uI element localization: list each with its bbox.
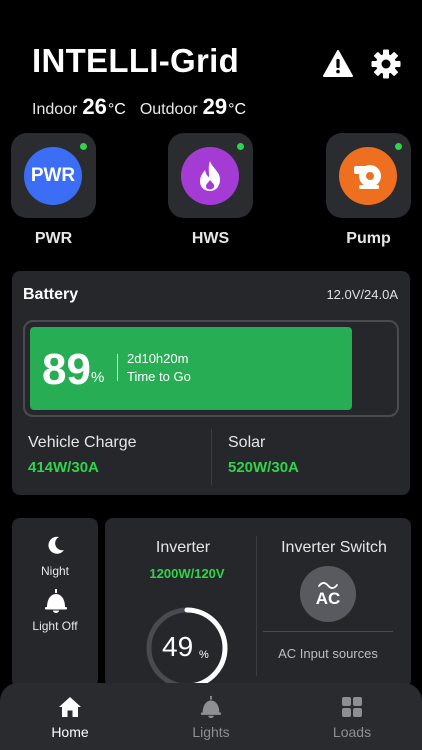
gauge-unit: %: [199, 649, 209, 661]
status-dot: [237, 143, 244, 150]
battery-card[interactable]: Battery 12.0V/24.0A 89 % 2d10h20m Time t…: [12, 271, 410, 495]
hws-tile[interactable]: [168, 133, 253, 218]
outdoor-temp-unit: °C: [228, 101, 247, 118]
battery-divider: [117, 354, 118, 381]
pump-tile[interactable]: [326, 133, 411, 218]
indoor-label: Indoor: [32, 101, 78, 118]
time-to-go-label: Time to Go: [127, 369, 191, 384]
battery-title: Battery: [23, 286, 79, 303]
light-off-label: Light Off: [32, 619, 78, 633]
temperature-readout: Indoor 26 °C Outdoor 29 °C: [32, 94, 260, 120]
stats-divider: [211, 429, 212, 485]
moon-icon[interactable]: [46, 535, 66, 555]
ac-label: AC: [315, 589, 341, 608]
battery-level-fill: 89 % 2d10h20m Time to Go: [30, 327, 352, 410]
pwr-tile-label: PWR: [34, 230, 73, 247]
hws-tile-label: HWS: [191, 230, 230, 247]
warning-icon[interactable]: [322, 48, 354, 80]
inverter-divider: [256, 536, 257, 676]
battery-level-bar: 89 % 2d10h20m Time to Go: [23, 320, 399, 417]
tab-home-label: Home: [51, 724, 89, 740]
pump-icon: [354, 165, 381, 189]
tab-loads-label: Loads: [332, 724, 372, 740]
inverter-value: 1200W/120V: [149, 566, 225, 581]
time-to-go-value: 2d10h20m: [127, 351, 189, 366]
hws-icon-circle: [181, 147, 239, 205]
pwr-icon-circle: PWR: [24, 147, 82, 205]
tab-loads[interactable]: Loads: [282, 683, 422, 750]
mode-side-panel: Night Light Off: [12, 518, 98, 688]
switch-separator: [263, 631, 393, 632]
vehicle-charge-label: Vehicle Charge: [28, 434, 137, 451]
pump-icon-circle: [339, 147, 397, 205]
lamp-icon: [200, 695, 222, 719]
solar-label: Solar: [228, 434, 266, 451]
indoor-temp-value: 26: [82, 94, 107, 119]
battery-percent-sign: %: [91, 369, 105, 386]
pwr-tile[interactable]: PWR: [11, 133, 96, 218]
inverter-title: Inverter: [155, 539, 211, 556]
outdoor-label: Outdoor: [139, 101, 198, 118]
tab-lights-label: Lights: [192, 724, 230, 740]
bottom-tab-bar: Home Lights Loads: [0, 683, 422, 750]
lamp-icon[interactable]: [43, 589, 69, 613]
solar-value: 520W/30A: [228, 459, 299, 476]
gear-icon[interactable]: [370, 48, 402, 80]
flame-icon: [200, 161, 221, 191]
app-title: INTELLI-Grid: [32, 42, 240, 79]
gauge-value: 49: [162, 631, 194, 662]
home-icon: [59, 697, 81, 717]
inverter-card: Inverter 1200W/120V 49 % Inverter Switch…: [105, 518, 411, 689]
inverter-switch-button[interactable]: AC: [300, 566, 356, 622]
tab-lights[interactable]: Lights: [141, 683, 281, 750]
tab-home[interactable]: Home: [0, 683, 140, 750]
inverter-switch-title: Inverter Switch: [281, 539, 387, 556]
status-dot: [395, 143, 402, 150]
outdoor-temp-value: 29: [202, 94, 228, 119]
vehicle-charge-value: 414W/30A: [28, 459, 99, 476]
ac-input-sources-label[interactable]: AC Input sources: [263, 646, 393, 661]
indoor-temp-unit: °C: [107, 101, 126, 118]
grid-icon: [342, 697, 362, 717]
pwr-text-icon: PWR: [30, 165, 76, 186]
status-dot: [80, 143, 87, 150]
battery-percent-value: 89: [42, 345, 91, 394]
pump-tile-label: Pump: [346, 230, 391, 247]
night-label: Night: [40, 564, 69, 578]
battery-rating: 12.0V/24.0A: [326, 287, 398, 302]
